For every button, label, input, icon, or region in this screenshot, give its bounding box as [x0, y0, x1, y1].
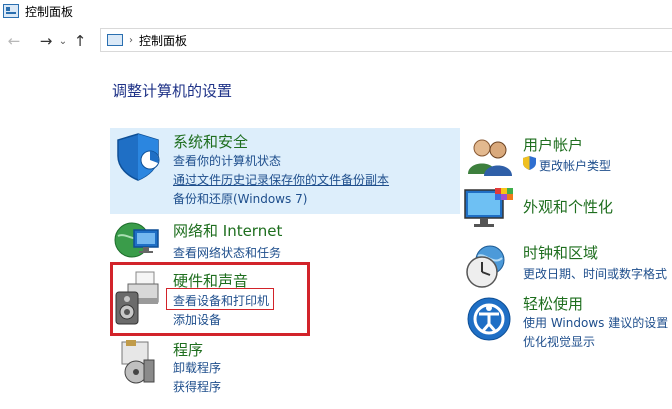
control-panel-icon: [107, 34, 123, 46]
category-title-network-internet[interactable]: 网络和 Internet: [173, 220, 282, 241]
link-uninstall-program[interactable]: 卸载程序: [173, 359, 221, 376]
link-windows-suggested-settings[interactable]: 使用 Windows 建议的设置: [523, 314, 668, 331]
up-arrow-icon[interactable]: ↑: [70, 30, 90, 52]
category-title-programs[interactable]: 程序: [173, 339, 203, 360]
control-panel-icon: [3, 4, 19, 18]
forward-arrow-icon[interactable]: →: [36, 30, 56, 52]
category-title-system-security[interactable]: 系统和安全: [173, 131, 248, 152]
page-heading: 调整计算机的设置: [112, 82, 233, 100]
shield-icon: [117, 133, 160, 181]
user-accounts-icon: [468, 139, 512, 176]
link-get-programs[interactable]: 获得程序: [173, 378, 221, 395]
breadcrumb-separator-icon[interactable]: ›: [129, 35, 133, 46]
navigation-bar: ← → ⌄ ↑ › 控制面板: [0, 28, 672, 54]
appearance-monitor-icon: [464, 188, 513, 227]
link-change-date-time-format[interactable]: 更改日期、时间或数字格式: [523, 265, 667, 282]
breadcrumb-control-panel[interactable]: 控制面板: [139, 32, 187, 49]
category-title-clock-region[interactable]: 时钟和区域: [523, 242, 598, 263]
category-title-user-accounts[interactable]: 用户帐户: [523, 134, 583, 155]
ease-of-access-icon: [467, 297, 511, 341]
clock-globe-icon: [466, 245, 505, 288]
address-bar[interactable]: › 控制面板: [100, 28, 672, 52]
category-title-appearance[interactable]: 外观和个性化: [523, 196, 613, 217]
uac-shield-icon: [523, 156, 536, 170]
annotation-inner-box: [166, 288, 274, 310]
programs-icon: [121, 340, 155, 384]
network-globe-icon: [114, 222, 159, 258]
link-view-computer-status[interactable]: 查看你的计算机状态: [173, 152, 281, 169]
link-network-status[interactable]: 查看网络状态和任务: [173, 244, 281, 261]
link-file-history[interactable]: 通过文件历史记录保存你的文件备份副本: [173, 171, 389, 188]
link-change-account-type[interactable]: 更改帐户类型: [539, 157, 611, 174]
link-backup-restore[interactable]: 备份和还原(Windows 7): [173, 190, 307, 207]
link-optimize-visual-display[interactable]: 优化视觉显示: [523, 333, 595, 350]
category-title-ease-of-access[interactable]: 轻松使用: [523, 293, 583, 314]
title-bar: 控制面板: [0, 0, 672, 22]
window-title: 控制面板: [25, 4, 74, 19]
back-arrow-icon[interactable]: ←: [4, 30, 24, 52]
recent-locations-chevron-icon[interactable]: ⌄: [56, 30, 70, 52]
